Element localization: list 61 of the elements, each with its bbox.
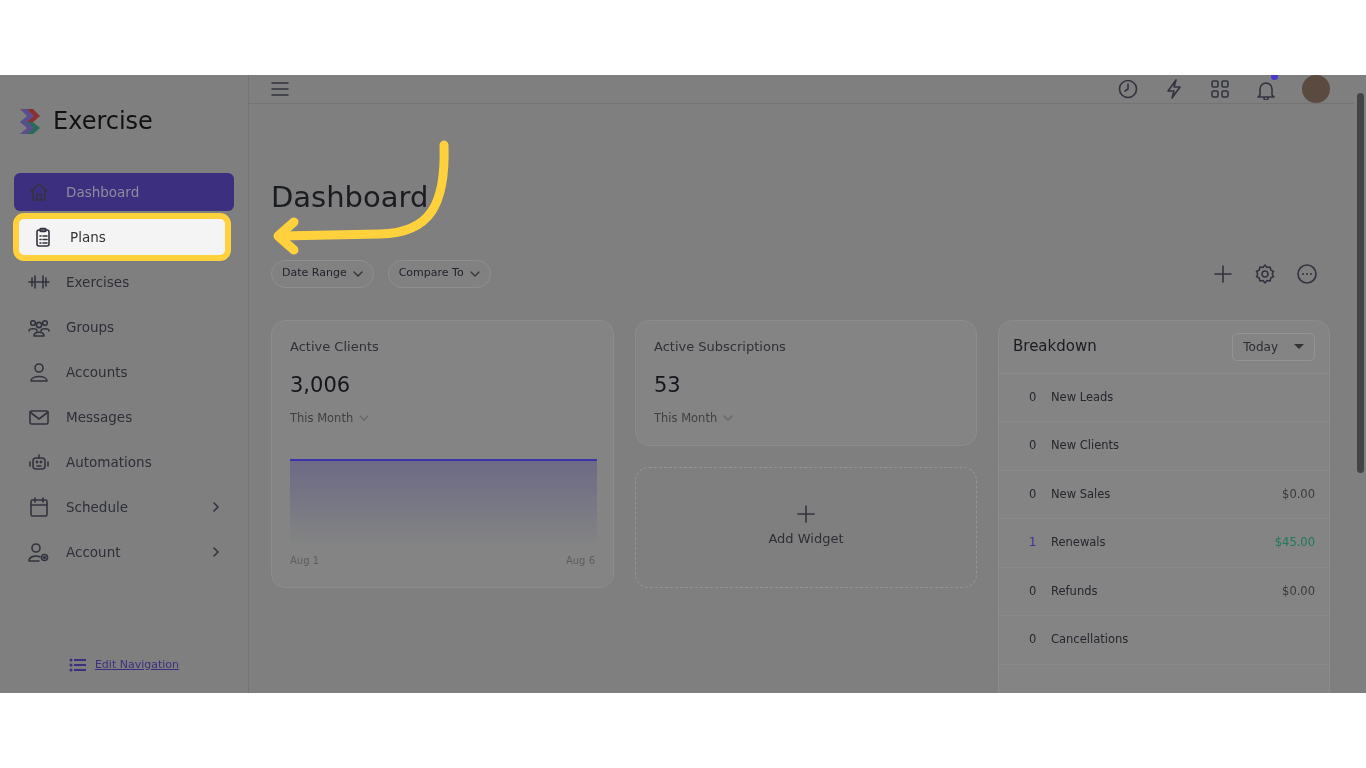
widget-value: 3,006 — [290, 372, 352, 399]
chevron-icon — [212, 502, 220, 512]
plus-icon — [797, 505, 815, 524]
period-dropdown[interactable]: This Month — [654, 409, 958, 427]
page-title: Dashboard — [271, 179, 429, 216]
edit-navigation-link[interactable]: Edit Navigation — [14, 656, 234, 673]
scrollbar-thumb[interactable] — [1357, 93, 1364, 473]
caret-icon — [469, 269, 480, 278]
nav-item[interactable]: Account — [14, 533, 234, 571]
person-gear-icon — [28, 541, 50, 563]
plus-icon — [1212, 262, 1234, 285]
row-label: New Clients — [1051, 437, 1120, 455]
home-icon — [28, 181, 50, 203]
widget-title: Active Subscriptions — [654, 337, 787, 356]
count-text: 0 — [1029, 388, 1038, 406]
widget-value: 53 — [654, 372, 682, 399]
person-icon — [28, 361, 50, 383]
card-title: Breakdown — [1013, 336, 1097, 358]
caret-icon — [1294, 343, 1304, 350]
settings-icon — [1254, 262, 1276, 285]
calendar-icon — [28, 496, 50, 518]
nav-item[interactable]: Automations — [14, 443, 234, 481]
caret-icon — [723, 414, 734, 423]
filter-dropdown[interactable]: Compare To — [387, 259, 491, 288]
count-text: 0 — [1029, 437, 1038, 455]
nav-item[interactable]: Messages — [14, 398, 234, 436]
list-icon — [68, 657, 87, 672]
chevron-icon — [212, 547, 220, 557]
caret-icon — [359, 414, 370, 423]
row-label: Refunds — [1051, 582, 1098, 600]
period-dropdown[interactable]: This Month — [290, 409, 595, 427]
grid-icon — [1210, 79, 1230, 99]
row-label: New Sales — [1051, 485, 1111, 503]
clock-icon — [1118, 79, 1138, 99]
nav-item[interactable]: Groups — [14, 308, 234, 346]
range-dropdown[interactable]: Today — [1232, 332, 1315, 361]
widget-title: Active Clients — [290, 337, 380, 356]
count-text: 0 — [1029, 485, 1038, 503]
amount-text: $45.00 — [1274, 534, 1315, 552]
robot-icon — [28, 451, 50, 473]
nav-item[interactable]: Exercises — [14, 263, 234, 301]
caret-icon — [352, 269, 363, 278]
count-text: 0 — [1029, 631, 1038, 649]
row-label: New Leads — [1051, 388, 1114, 406]
amount-text: $0.00 — [1282, 485, 1315, 503]
count-text: 0 — [1029, 582, 1038, 600]
bell-icon — [1256, 79, 1276, 100]
count-text: 1 — [1029, 534, 1038, 552]
more-icon — [1296, 262, 1318, 285]
app-name: Exercise — [53, 106, 153, 137]
avatar[interactable] — [1302, 75, 1330, 103]
nav-item[interactable]: Schedule — [14, 488, 234, 526]
nav-item[interactable]: Accounts — [14, 353, 234, 391]
row-label: Cancellations — [1051, 631, 1129, 649]
row-label: Renewals — [1051, 534, 1106, 552]
menu-icon — [271, 82, 289, 96]
amount-text: $0.00 — [1282, 582, 1315, 600]
add-widget-button[interactable]: Add Widget — [635, 466, 977, 588]
filter-dropdown[interactable]: Date Range — [271, 259, 374, 288]
lightning-icon — [1164, 79, 1184, 99]
nav-item[interactable]: Dashboard — [14, 173, 234, 211]
